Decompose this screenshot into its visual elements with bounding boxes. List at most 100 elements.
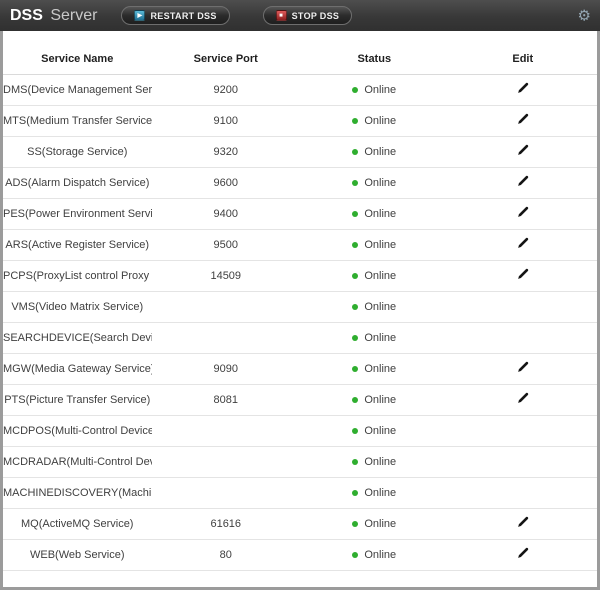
service-name: MCDPOS(Multi-Control Device) — [3, 425, 152, 437]
service-edit-cell — [449, 82, 598, 98]
service-status: Online — [300, 84, 449, 96]
dss-server-window: DSS Server ▶ RESTART DSS ■ STOP DSS ⚙ Se… — [0, 0, 600, 590]
table-row: VMS(Video Matrix Service) Online — [3, 292, 597, 323]
edit-pencil-icon[interactable] — [516, 82, 529, 95]
column-header-service-name: Service Name — [3, 53, 152, 65]
gear-icon[interactable]: ⚙ — [578, 8, 591, 23]
service-edit-cell — [449, 237, 598, 253]
edit-pencil-icon[interactable] — [516, 361, 529, 374]
status-label: Online — [364, 301, 396, 313]
service-edit-cell — [449, 547, 598, 563]
service-edit-cell — [449, 330, 598, 346]
restart-dss-button[interactable]: ▶ RESTART DSS — [121, 6, 229, 25]
table-row: SEARCHDEVICE(Search Device Servi... Onli… — [3, 323, 597, 354]
table-body: DMS(Device Management Service) 9200 Onli… — [3, 75, 597, 571]
stop-square-icon: ■ — [276, 10, 287, 21]
edit-pencil-icon[interactable] — [516, 547, 529, 560]
service-status: Online — [300, 301, 449, 313]
service-edit-cell — [449, 516, 598, 532]
service-status: Online — [300, 549, 449, 561]
service-edit-cell — [449, 175, 598, 191]
table-row: ADS(Alarm Dispatch Service) 9600 Online — [3, 168, 597, 199]
status-label: Online — [364, 394, 396, 406]
status-label: Online — [364, 177, 396, 189]
restart-play-icon: ▶ — [134, 10, 145, 21]
table-row: SS(Storage Service) 9320 Online — [3, 137, 597, 168]
column-header-edit: Edit — [449, 53, 598, 65]
status-label: Online — [364, 239, 396, 251]
service-name: ARS(Active Register Service) — [3, 239, 152, 251]
online-dot-icon — [352, 118, 358, 124]
table-row: MGW(Media Gateway Service) 9090 Online — [3, 354, 597, 385]
service-name: PES(Power Environment Service) — [3, 208, 152, 220]
service-name: PCPS(ProxyList control Proxy Service) — [3, 270, 152, 282]
service-status: Online — [300, 487, 449, 499]
status-label: Online — [364, 487, 396, 499]
status-label: Online — [364, 363, 396, 375]
service-status: Online — [300, 270, 449, 282]
edit-pencil-icon[interactable] — [516, 206, 529, 219]
service-edit-cell — [449, 361, 598, 377]
table-row: MQ(ActiveMQ Service) 61616 Online — [3, 509, 597, 540]
online-dot-icon — [352, 552, 358, 558]
top-bar: DSS Server ▶ RESTART DSS ■ STOP DSS ⚙ — [0, 0, 600, 31]
service-edit-cell — [449, 144, 598, 160]
column-header-service-port: Service Port — [152, 53, 301, 65]
online-dot-icon — [352, 428, 358, 434]
status-label: Online — [364, 456, 396, 468]
table-row: PTS(Picture Transfer Service) 8081 Onlin… — [3, 385, 597, 416]
edit-pencil-icon[interactable] — [516, 268, 529, 281]
edit-pencil-icon[interactable] — [516, 175, 529, 188]
restart-dss-label: RESTART DSS — [150, 11, 216, 21]
online-dot-icon — [352, 521, 358, 527]
edit-pencil-icon[interactable] — [516, 237, 529, 250]
service-name: ADS(Alarm Dispatch Service) — [3, 177, 152, 189]
table-row: PES(Power Environment Service) 9400 Onli… — [3, 199, 597, 230]
service-port: 61616 — [152, 518, 301, 530]
online-dot-icon — [352, 459, 358, 465]
table-row: DMS(Device Management Service) 9200 Onli… — [3, 75, 597, 106]
service-port: 9090 — [152, 363, 301, 375]
edit-pencil-icon[interactable] — [516, 144, 529, 157]
app-title-server: Server — [50, 7, 97, 24]
table-row: WEB(Web Service) 80 Online — [3, 540, 597, 571]
online-dot-icon — [352, 211, 358, 217]
service-edit-cell — [449, 423, 598, 439]
app-title-dss: DSS — [10, 7, 43, 24]
service-edit-cell — [449, 485, 598, 501]
app-title: DSS Server — [10, 7, 97, 25]
service-name: MGW(Media Gateway Service) — [3, 363, 152, 375]
table-row: PCPS(ProxyList control Proxy Service) 14… — [3, 261, 597, 292]
service-edit-cell — [449, 299, 598, 315]
service-port: 9500 — [152, 239, 301, 251]
service-status: Online — [300, 332, 449, 344]
service-port: 8081 — [152, 394, 301, 406]
service-edit-cell — [449, 206, 598, 222]
service-status: Online — [300, 239, 449, 251]
status-label: Online — [364, 146, 396, 158]
status-label: Online — [364, 332, 396, 344]
edit-pencil-icon[interactable] — [516, 516, 529, 529]
service-name: VMS(Video Matrix Service) — [3, 301, 152, 313]
online-dot-icon — [352, 304, 358, 310]
table-header-row: Service Name Service Port Status Edit — [3, 43, 597, 75]
table-row: ARS(Active Register Service) 9500 Online — [3, 230, 597, 261]
service-status: Online — [300, 425, 449, 437]
edit-pencil-icon[interactable] — [516, 113, 529, 126]
online-dot-icon — [352, 242, 358, 248]
table-row: MCDRADAR(Multi-Control Device) Online — [3, 447, 597, 478]
service-edit-cell — [449, 113, 598, 129]
stop-dss-button[interactable]: ■ STOP DSS — [263, 6, 353, 25]
service-port: 9400 — [152, 208, 301, 220]
status-label: Online — [364, 115, 396, 127]
online-dot-icon — [352, 87, 358, 93]
edit-pencil-icon[interactable] — [516, 392, 529, 405]
online-dot-icon — [352, 180, 358, 186]
service-name: WEB(Web Service) — [3, 549, 152, 561]
column-header-status: Status — [300, 53, 449, 65]
service-name: MTS(Medium Transfer Service) — [3, 115, 152, 127]
service-port: 80 — [152, 549, 301, 561]
service-port: 9320 — [152, 146, 301, 158]
service-status: Online — [300, 208, 449, 220]
service-status: Online — [300, 456, 449, 468]
